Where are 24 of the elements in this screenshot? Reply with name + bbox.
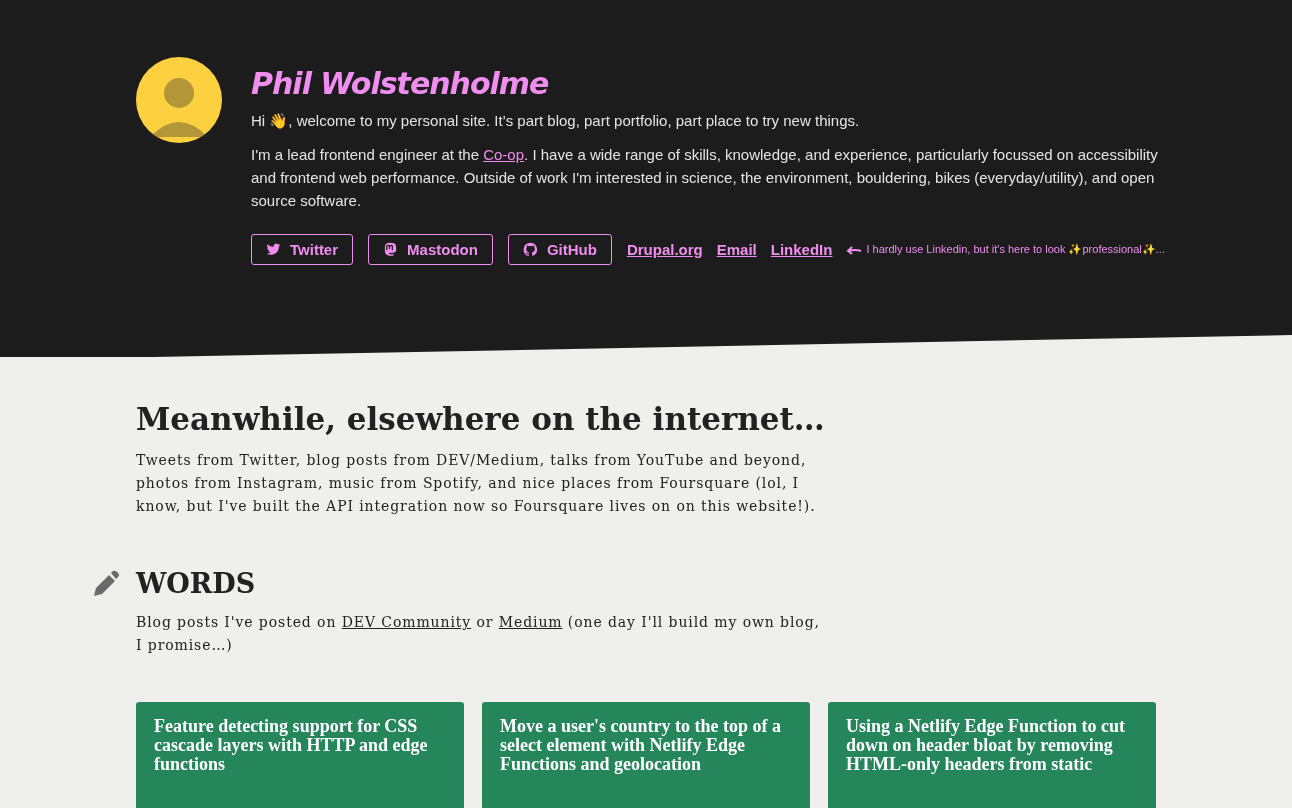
intro-text: Hi 👋, welcome to my personal site. It’s part blog, part portfolio, part place to try new things. [251, 111, 861, 131]
post-card[interactable]: Feature detecting support for CSS cascade layers with HTTP and edge functions [136, 702, 464, 808]
profile-link[interactable]: LinkedIn [770, 241, 833, 258]
github-icon [522, 242, 538, 257]
profile-button[interactable]: Mastodon [368, 234, 493, 265]
section-description: Blog posts I've posted on DEV Community or Medium (one day I'll build my own blog, I promise…) [136, 613, 821, 655]
arrow-icon [846, 244, 863, 255]
profile-button[interactable]: GitHub [507, 234, 612, 265]
site-title: Phil Wolstenholme [251, 67, 550, 101]
post-card[interactable]: Using a Netlify Edge Function to cut down on header bloat by removing HTML-only headers from static [828, 702, 1156, 808]
aside-note: I hardly use Linkedin, but it's here to look ✨professional✨... [866, 243, 1165, 256]
section-description: Tweets from Twitter, blog posts from DEV/Medium, talks from YouTube and beyond, photos from Instagram, music from Spotify, and nice places from Foursquare (lol, I know, but I've built the API integration now so Foursquare lives on on this website!). [136, 451, 817, 516]
profile-link[interactable]: Email [716, 241, 757, 258]
post-card[interactable]: Move a user's country to the top of a select element with Netlify Edge Functions and geolocation [482, 702, 810, 808]
profile-link[interactable]: Drupal.org [626, 241, 703, 258]
bio-text: I'm a lead frontend engineer at the Co-op. I have a wide range of skills, knowledge, and experience, particularly focussed on accessibility and frontend web performance. Outside of work I'm interested in science, the environment, bouldering, bikes (everyday/utility), and open source software. [251, 145, 1159, 211]
section-heading: WORDS [136, 568, 256, 599]
dev-community-link[interactable]: DEV Community [341, 614, 472, 630]
section-heading: Meanwhile, elsewhere on the internet… [136, 400, 826, 439]
bird-icon [266, 242, 281, 257]
mastodon-icon [383, 242, 399, 257]
pencil-icon [92, 569, 120, 598]
profile-button[interactable]: Twitter [251, 234, 354, 265]
medium-link[interactable]: Medium [498, 614, 563, 630]
